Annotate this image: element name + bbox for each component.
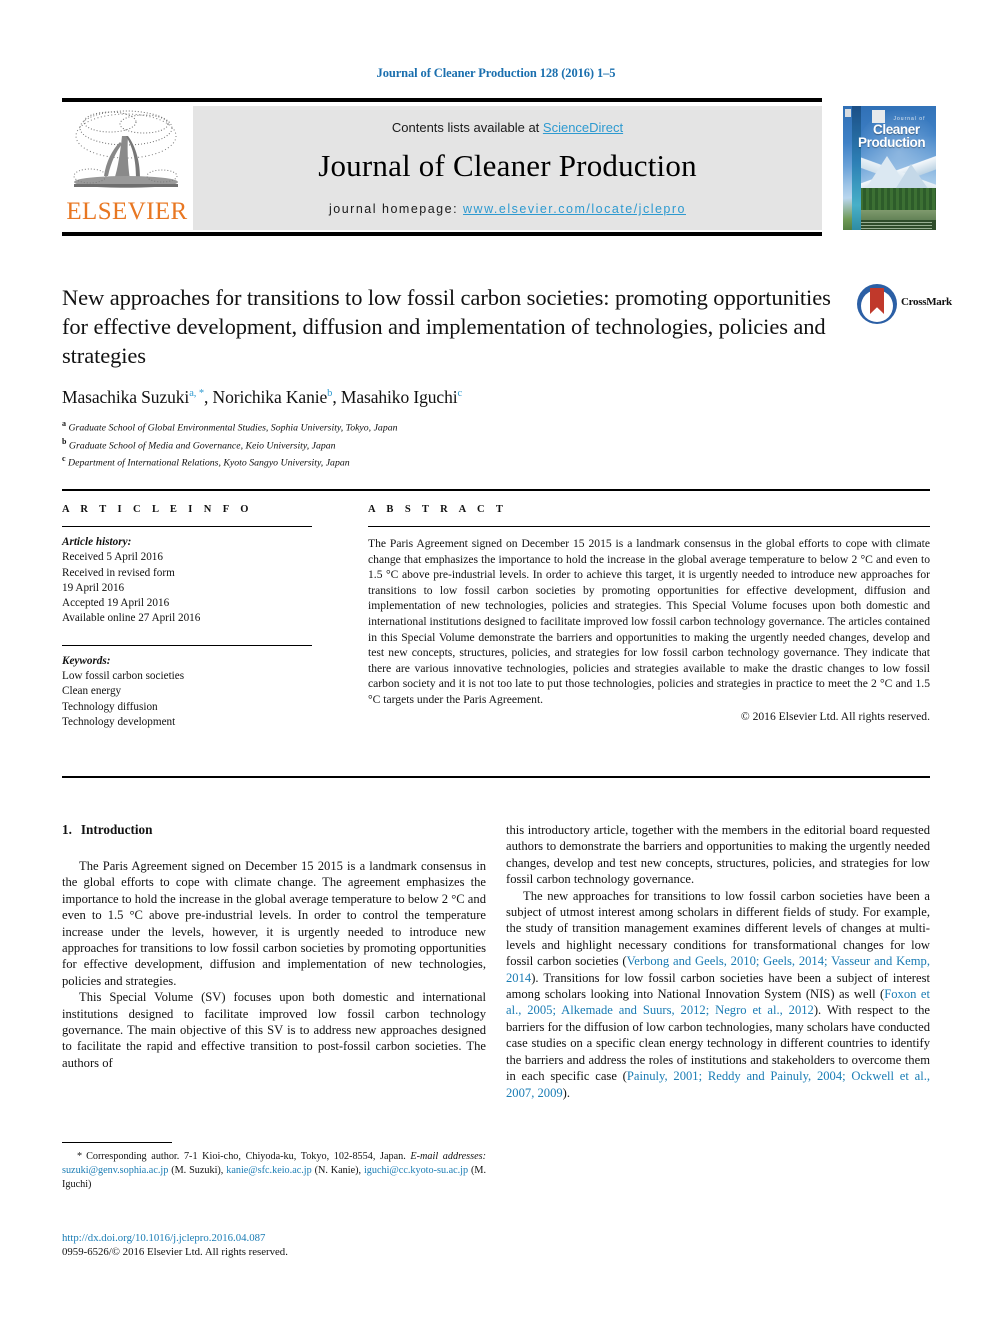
publication-footer: http://dx.doi.org/10.1016/j.jclepro.2016… — [62, 1232, 486, 1258]
affiliation-item: a Graduate School of Global Environmenta… — [62, 417, 842, 435]
keywords-divider — [62, 644, 312, 646]
masthead-panel: Contents lists available at ScienceDirec… — [193, 106, 822, 230]
body-paragraph: This Special Volume (SV) focuses upon bo… — [62, 990, 486, 1070]
body-paragraph-with-citations: The new approaches for transitions to lo… — [506, 888, 930, 1101]
email-addresses-label: E-mail addresses: — [410, 1151, 486, 1162]
abstract-divider — [368, 526, 930, 527]
body-paragraph: The Paris Agreement signed on December 1… — [62, 859, 486, 988]
keyword-item: Clean energy — [62, 685, 122, 698]
author-item: Norichika Kanieb — [213, 387, 333, 407]
body-column-right: this introductory article, together with… — [506, 822, 930, 1101]
affiliation-text: Graduate School of Media and Governance,… — [68, 439, 336, 451]
footnote-block: * Corresponding author. 7-1 Kioi-cho, Chi… — [62, 1142, 486, 1192]
info-section-rule-bottom — [62, 776, 930, 778]
paragraph-segment: ). Transitions for low fossil carbon soc… — [506, 970, 930, 1002]
contents-prefix: Contents lists available at — [391, 120, 543, 135]
cover-title-line-2: Production — [858, 135, 926, 150]
journal-cover-image: Journal of Cleaner Production — [843, 106, 936, 230]
affiliation-item: c Department of International Relations,… — [62, 452, 842, 470]
abstract-heading: A B S T R A C T — [368, 504, 508, 515]
sciencedirect-link[interactable]: ScienceDirect — [543, 120, 623, 135]
keyword-item: Technology diffusion — [62, 700, 158, 713]
author-item: Masahiko Iguchic — [341, 387, 462, 407]
keyword-item: Technology development — [62, 715, 176, 728]
keyword-item: Low fossil carbon societies — [62, 670, 185, 683]
page-title: New approaches for transitions to low fo… — [62, 285, 831, 368]
article-history-block: Article history: Received 5 April 2016 R… — [62, 535, 312, 627]
email-owner-kanie: (N. Kanie) — [314, 1165, 359, 1176]
article-history-item: Available online 27 April 2016 — [62, 612, 201, 625]
author-marks: b — [327, 388, 333, 400]
elsevier-tree-icon — [73, 110, 178, 188]
article-first-page: Journal of Cleaner Production 128 (2016)… — [0, 0, 992, 1323]
issn-copyright-line: 0959-6526/© 2016 Elsevier Ltd. All right… — [62, 1246, 288, 1258]
article-info-column: A R T I C L E I N F O Article history: R… — [62, 504, 312, 730]
doi-link[interactable]: http://dx.doi.org/10.1016/j.jclepro.2016… — [62, 1232, 486, 1244]
journal-title: Journal of Cleaner Production — [318, 148, 697, 183]
abstract-copyright: © 2016 Elsevier Ltd. All rights reserved… — [740, 709, 930, 723]
body-column-left: 1. Introduction The Paris Agreement signe… — [62, 822, 486, 1071]
crossmark-label: CrossMark — [901, 296, 952, 308]
cover-footer-text-lines — [860, 221, 932, 229]
masthead-rule-bottom — [62, 232, 822, 236]
body-paragraph-continued: this introductory article, together with… — [506, 823, 930, 887]
crossmark-ring-icon — [857, 284, 897, 324]
email-link-suzuki[interactable]: suzuki@genv.sophia.ac.jp — [62, 1165, 168, 1176]
keywords-block: Keywords: Low fossil carbon societies Cl… — [62, 644, 312, 730]
article-history-label: Article history: — [62, 536, 132, 548]
author-list: Masachika Suzukia, *, Norichika Kanieb, … — [62, 387, 463, 407]
email-link-kanie[interactable]: kanie@sfc.keio.ac.jp — [226, 1165, 311, 1176]
elsevier-logo: ELSEVIER — [64, 106, 190, 228]
homepage-prefix: journal homepage: — [329, 202, 464, 216]
elsevier-wordmark: ELSEVIER — [66, 198, 188, 225]
affiliation-mark: c — [62, 454, 66, 464]
keywords-body: Keywords: Low fossil carbon societies Cl… — [62, 654, 312, 730]
article-history-item: 19 April 2016 — [62, 581, 125, 594]
footnote-star-marker: * — [77, 1151, 83, 1162]
masthead-rule-top — [62, 98, 822, 102]
footnote-divider — [62, 1142, 172, 1143]
author-marks: a, * — [189, 388, 204, 400]
affiliation-list: a Graduate School of Global Environmenta… — [62, 417, 842, 470]
article-info-heading: A R T I C L E I N F O — [62, 504, 253, 515]
footnote-text: * Corresponding author. 7-1 Kioi-cho, Chi… — [62, 1151, 486, 1190]
email-link-iguchi[interactable]: iguchi@cc.kyoto-su.ac.jp — [364, 1165, 468, 1176]
cover-spine — [852, 106, 861, 230]
keywords-label: Keywords: — [62, 654, 111, 667]
affiliation-text: Graduate School of Global Environmental … — [68, 422, 398, 434]
author-marks: c — [457, 388, 463, 400]
article-info-divider — [62, 526, 312, 527]
journal-masthead: ELSEVIER Contents lists available at Sci… — [62, 98, 930, 236]
email-owner-suzuki: (M. Suzuki) — [171, 1165, 221, 1176]
author-item: Masachika Suzukia, * — [62, 387, 204, 407]
cover-elsevier-mark-icon — [845, 109, 851, 117]
article-history-item: Accepted 19 April 2016 — [62, 597, 170, 610]
paragraph-segment: ). — [562, 1085, 571, 1100]
article-history-item: Received 5 April 2016 — [62, 551, 163, 564]
author-name: Masachika Suzuki — [62, 387, 190, 407]
crossmark-badge[interactable]: CrossMark — [857, 282, 952, 328]
affiliation-mark: a — [62, 419, 66, 428]
info-section-rule-top — [62, 489, 930, 491]
section-number: 1. — [62, 822, 72, 837]
section-title: Introduction — [80, 822, 153, 837]
author-name: Norichika Kanie — [212, 387, 328, 407]
author-name: Masahiko Iguchi — [340, 387, 458, 407]
corresponding-author-text: Corresponding author. 7-1 Kioi-cho, Chiy… — [86, 1151, 406, 1162]
affiliation-mark: b — [62, 436, 67, 446]
affiliation-item: b Graduate School of Media and Governanc… — [62, 435, 842, 453]
abstract-column: A B S T R A C T The Paris Agreement sign… — [368, 504, 930, 723]
title-block: New approaches for transitions to low fo… — [62, 283, 842, 470]
section-heading-introduction: 1. Introduction — [62, 822, 486, 838]
running-head: Journal of Cleaner Production 128 (2016)… — [376, 66, 616, 80]
article-history-item: Received in revised form — [62, 566, 175, 579]
contents-available-line: Contents lists available at ScienceDirec… — [193, 120, 822, 135]
footnote-indent — [62, 1151, 77, 1162]
abstract-text: The Paris Agreement signed on December 1… — [368, 537, 930, 706]
journal-homepage-link[interactable]: www.elsevier.com/locate/jclepro — [463, 202, 686, 216]
journal-homepage-line: journal homepage: www.elsevier.com/locat… — [193, 202, 822, 216]
affiliation-text: Department of International Relations, K… — [68, 457, 350, 469]
